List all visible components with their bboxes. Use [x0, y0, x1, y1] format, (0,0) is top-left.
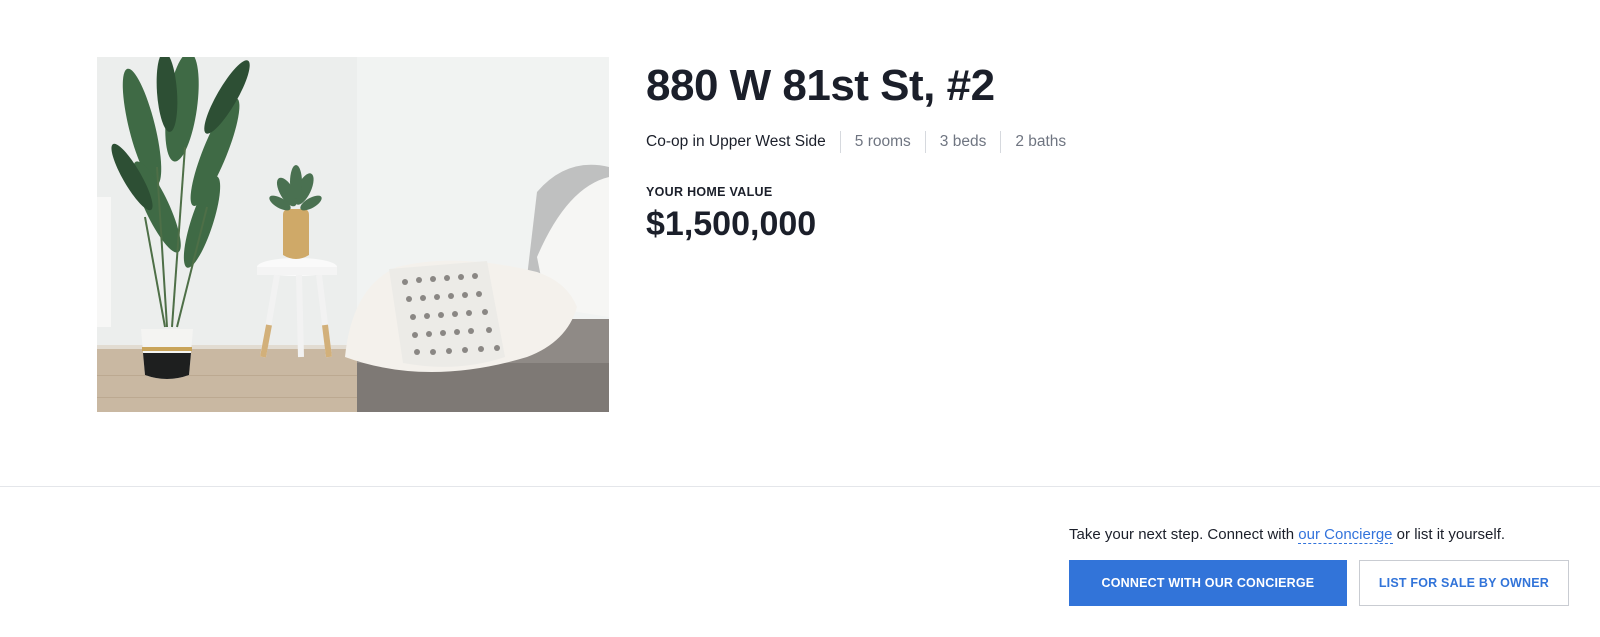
list-for-sale-by-owner-button[interactable]: LIST FOR SALE BY OWNER: [1358, 560, 1569, 606]
cta-text-after: or list it yourself.: [1392, 526, 1506, 543]
property-facts: Co-op in Upper West Side 5 rooms 3 beds …: [646, 131, 1346, 153]
cta-buttons: CONNECT WITH OUR CONCIERGE LIST FOR SALE…: [1069, 560, 1569, 606]
concierge-link[interactable]: our Concierge: [1298, 526, 1393, 544]
listing-photo: [97, 57, 609, 412]
property-type: Co-op in Upper West Side: [646, 133, 826, 150]
beds-count: 3 beds: [924, 131, 1001, 153]
baths-count: 2 baths: [1000, 131, 1080, 153]
listing-details: 880 W 81st St, #2 Co-op in Upper West Si…: [646, 60, 1346, 244]
cta-message: Take your next step. Connect with our Co…: [1069, 524, 1569, 546]
rooms-count: 5 rooms: [839, 131, 925, 153]
home-value-amount: $1,500,000: [646, 205, 817, 243]
home-value-label: YOUR HOME VALUE: [646, 185, 773, 199]
home-value-page: 880 W 81st St, #2 Co-op in Upper West Si…: [0, 0, 1600, 637]
connect-concierge-button[interactable]: CONNECT WITH OUR CONCIERGE: [1069, 560, 1347, 606]
cta-text-before: Take your next step. Connect with: [1069, 526, 1299, 543]
address-heading: 880 W 81st St, #2: [646, 61, 995, 110]
section-divider: [0, 486, 1600, 487]
next-step-cta: Take your next step. Connect with our Co…: [1069, 524, 1569, 606]
